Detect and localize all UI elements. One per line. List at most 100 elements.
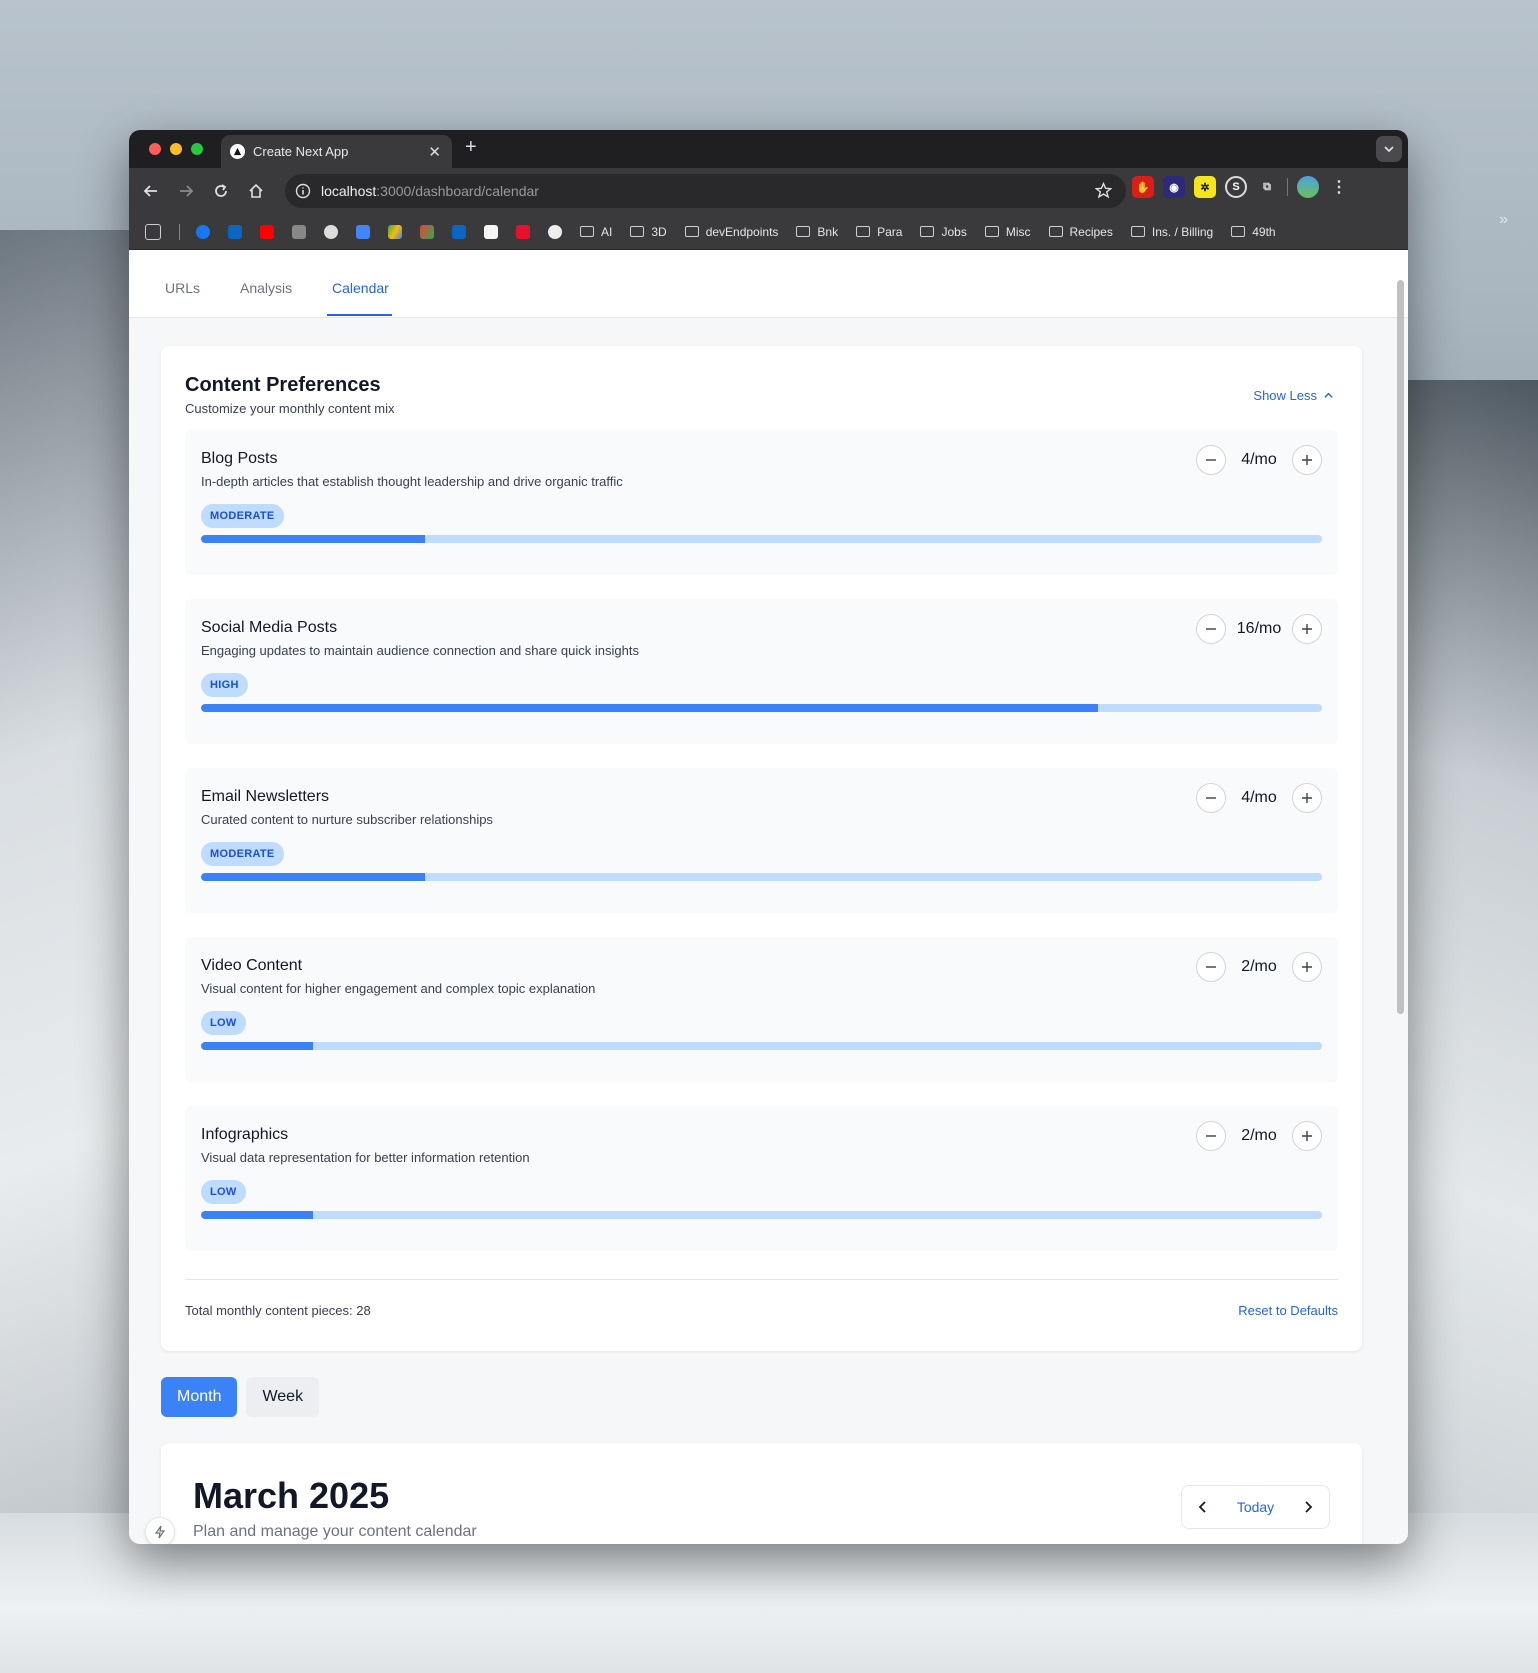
- minimize-window-button[interactable]: [170, 143, 182, 155]
- new-tab-button[interactable]: +: [465, 136, 477, 159]
- chevron-up-icon: [1324, 392, 1333, 398]
- lightning-icon: [154, 1525, 166, 1539]
- youtube-icon[interactable]: [260, 224, 274, 239]
- linkedin-icon[interactable]: [228, 224, 242, 239]
- increase-button[interactable]: [1292, 445, 1322, 475]
- pref-name: Email Newsletters: [201, 788, 330, 805]
- apps-grid-icon[interactable]: [145, 223, 161, 240]
- month-view-button[interactable]: Month: [161, 1377, 238, 1417]
- pref-name: Video Content: [201, 957, 303, 974]
- zoom-window-button[interactable]: [191, 143, 203, 155]
- decrease-button[interactable]: [1196, 445, 1226, 475]
- back-button[interactable]: [138, 178, 164, 204]
- plus-icon: [1302, 624, 1312, 634]
- github-icon[interactable]: [324, 224, 338, 239]
- total-content-count: Total monthly content pieces: 28: [185, 1303, 371, 1318]
- tab-search-button[interactable]: [1376, 136, 1402, 162]
- plus-icon: [1302, 962, 1312, 972]
- tab-calendar[interactable]: Calendar: [332, 280, 389, 296]
- bookmark-folder-ai[interactable]: AI: [580, 225, 612, 239]
- plus-icon: [1302, 1131, 1312, 1141]
- folder-icon: [630, 226, 645, 237]
- address-bar[interactable]: localhost:3000/dashboard/calendar: [285, 174, 1126, 208]
- arrow-right-icon: [180, 185, 194, 197]
- tab-analysis[interactable]: Analysis: [240, 280, 292, 296]
- profile-avatar[interactable]: [1297, 176, 1319, 198]
- pinwheel-icon[interactable]: [420, 224, 434, 239]
- decrease-button[interactable]: [1196, 952, 1226, 982]
- wallpaper-left: [0, 230, 140, 1530]
- tab-urls[interactable]: URLs: [165, 280, 200, 296]
- bookmark-folder-para[interactable]: Para: [856, 225, 902, 239]
- bookmark-folder-devendpoints[interactable]: devEndpoints: [684, 225, 778, 239]
- bookmark-star-icon[interactable]: [1095, 182, 1112, 199]
- bookmark-folder-billing[interactable]: Ins. / Billing: [1130, 225, 1213, 239]
- folder-icon: [984, 226, 999, 237]
- home-icon: [249, 183, 263, 198]
- increase-button[interactable]: [1292, 952, 1322, 982]
- pref-name: Social Media Posts: [201, 619, 338, 636]
- home-button[interactable]: [243, 178, 269, 204]
- chevron-right-icon[interactable]: [1301, 1500, 1315, 1514]
- view-toggle: Month Week: [161, 1377, 320, 1417]
- folder-icon: [1231, 226, 1246, 237]
- bookmark-folder-recipes[interactable]: Recipes: [1048, 225, 1113, 239]
- reload-button[interactable]: [208, 178, 234, 204]
- window-controls: [149, 143, 203, 155]
- google-drive-icon[interactable]: [388, 224, 402, 239]
- page-content: URLs Analysis Calendar Content Preferenc…: [129, 250, 1408, 1544]
- today-button[interactable]: Today: [1237, 1499, 1274, 1515]
- bookmark-folder-bnk[interactable]: Bnk: [796, 225, 838, 239]
- extension-star-icon[interactable]: ✲: [1194, 176, 1216, 198]
- increase-button[interactable]: [1292, 614, 1322, 644]
- pref-name: Blog Posts: [201, 450, 278, 467]
- frequency-bar: [201, 704, 1322, 712]
- bookmark-folder-49th[interactable]: 49th: [1231, 225, 1276, 239]
- pref-item-infographics: Infographics Visual data representation …: [185, 1106, 1338, 1251]
- extension-eye-icon[interactable]: ◉: [1163, 176, 1185, 198]
- minus-icon: [1206, 966, 1216, 968]
- bookmark-folder-misc[interactable]: Misc: [984, 225, 1031, 239]
- page-scrollbar[interactable]: [1397, 280, 1404, 1014]
- forward-button[interactable]: [173, 178, 199, 204]
- bolt-icon[interactable]: [145, 1517, 175, 1544]
- minus-icon: [1206, 797, 1216, 799]
- extension-hand-icon[interactable]: ✋: [1132, 176, 1154, 198]
- chevron-left-icon[interactable]: [1196, 1500, 1210, 1514]
- week-view-button[interactable]: Week: [246, 1377, 320, 1417]
- bookmark-folder-3d[interactable]: 3D: [630, 225, 667, 239]
- more-bookmarks-icon[interactable]: »: [1499, 211, 1508, 229]
- decrease-button[interactable]: [1196, 783, 1226, 813]
- extensions-row: ✋ ◉ ✲ S ⧉ ⋮: [1132, 176, 1350, 198]
- bookmark-folder-jobs[interactable]: Jobs: [920, 225, 967, 239]
- amazon-icon[interactable]: [484, 224, 498, 239]
- reset-defaults-link[interactable]: Reset to Defaults: [1238, 1303, 1338, 1318]
- increase-button[interactable]: [1292, 1121, 1322, 1151]
- frequency-bar: [201, 1211, 1322, 1219]
- calendar-icon[interactable]: [356, 224, 370, 239]
- browser-menu-icon[interactable]: ⋮: [1328, 176, 1350, 198]
- close-tab-icon[interactable]: ✕: [428, 143, 441, 161]
- card-title: Content Preferences: [185, 374, 381, 396]
- browser-tab[interactable]: Create Next App ✕: [221, 135, 452, 168]
- facebook-icon[interactable]: [196, 224, 210, 239]
- increase-button[interactable]: [1292, 783, 1322, 813]
- flag-icon[interactable]: [516, 224, 530, 239]
- decrease-button[interactable]: [1196, 1121, 1226, 1151]
- level-badge: MODERATE: [201, 504, 284, 528]
- calendar-nav: Today: [1181, 1485, 1330, 1529]
- quantity-value: 4/mo: [1241, 451, 1277, 468]
- extension-s-icon[interactable]: S: [1225, 176, 1247, 198]
- close-window-button[interactable]: [149, 143, 161, 155]
- news-icon[interactable]: [292, 224, 306, 239]
- site-info-icon[interactable]: [295, 183, 311, 199]
- extensions-puzzle-icon[interactable]: ⧉: [1256, 176, 1278, 198]
- globe-icon[interactable]: [548, 224, 562, 239]
- quantity-value: 4/mo: [1241, 789, 1277, 806]
- linkedin-icon-2[interactable]: [452, 224, 466, 239]
- frequency-bar-fill: [201, 1042, 314, 1050]
- card-divider: [185, 1279, 1338, 1280]
- decrease-button[interactable]: [1196, 614, 1226, 644]
- bookmarks-bar: AI 3D devEndpoints Bnk Para Jobs Misc Re…: [129, 214, 1408, 250]
- show-less-button[interactable]: Show Less: [1253, 388, 1334, 403]
